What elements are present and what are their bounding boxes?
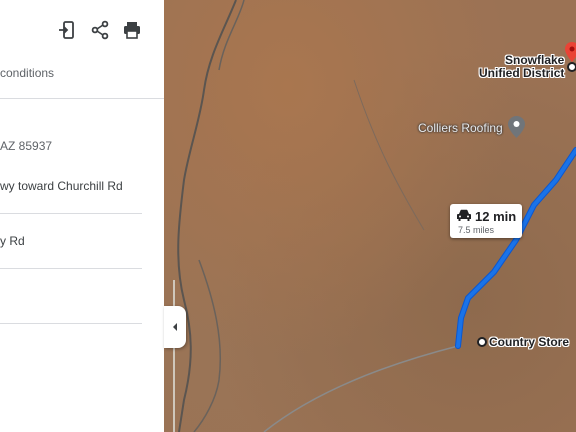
route-conditions-text: conditions bbox=[0, 66, 55, 80]
destination-endpoint-icon[interactable] bbox=[566, 61, 576, 73]
destination-label-line2: Unified District bbox=[479, 66, 565, 80]
divider bbox=[0, 213, 142, 214]
route-time: 12 min bbox=[475, 209, 517, 224]
send-to-phone-icon[interactable] bbox=[54, 17, 80, 43]
destination-pin-icon[interactable] bbox=[565, 42, 576, 62]
poi-label[interactable]: Colliers Roofing bbox=[418, 121, 503, 135]
collapse-panel-button[interactable] bbox=[164, 306, 186, 348]
destination-label[interactable]: Snowflake Unified District bbox=[479, 54, 564, 80]
poi-pin-icon[interactable] bbox=[508, 116, 525, 138]
route-info-box[interactable]: 12 min 7.5 miles bbox=[450, 204, 522, 238]
chevron-left-icon bbox=[173, 323, 177, 331]
origin-address: AZ 85937 bbox=[0, 139, 53, 153]
origin-endpoint-icon[interactable] bbox=[476, 336, 488, 348]
divider bbox=[0, 98, 164, 99]
direction-step-2[interactable]: y Rd bbox=[0, 234, 25, 248]
divider bbox=[0, 323, 142, 324]
directions-panel: conditions AZ 85937 wy toward Churchill … bbox=[0, 0, 164, 432]
map-view[interactable]: Snowflake Unified District Colliers Roof… bbox=[164, 0, 576, 432]
print-icon[interactable] bbox=[119, 17, 145, 43]
direction-step-1[interactable]: wy toward Churchill Rd bbox=[0, 179, 123, 193]
share-icon[interactable] bbox=[87, 17, 113, 43]
car-icon bbox=[457, 209, 471, 221]
divider bbox=[0, 268, 142, 269]
route-distance: 7.5 miles bbox=[458, 225, 495, 235]
origin-label[interactable]: Country Store bbox=[489, 336, 569, 349]
